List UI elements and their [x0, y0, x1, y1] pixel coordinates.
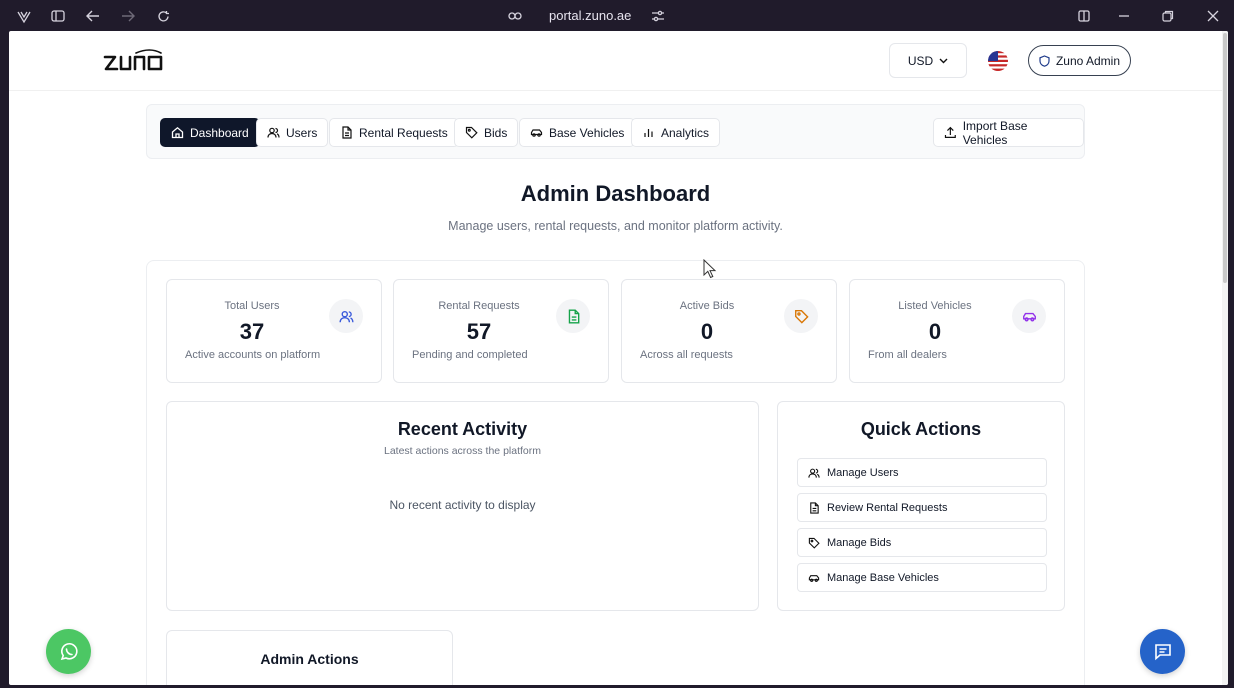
stat-card-active-bids: Active Bids 0 Across all requests	[621, 279, 837, 383]
whatsapp-icon	[60, 642, 78, 660]
document-icon	[342, 126, 352, 139]
stat-value: 0	[928, 319, 942, 344]
tab-base-vehicles[interactable]: Base Vehicles	[519, 118, 636, 147]
stat-icon-circle	[784, 299, 818, 333]
close-window-icon[interactable]	[1203, 6, 1223, 26]
stat-label: Rental Requests	[438, 300, 520, 312]
tab-label: Rental Requests	[359, 125, 448, 140]
tab-label: Base Vehicles	[549, 125, 625, 140]
stat-icon-circle	[1012, 299, 1046, 333]
chat-button[interactable]	[1140, 629, 1185, 674]
tab-label: Analytics	[661, 125, 710, 140]
users-icon	[338, 310, 354, 322]
car-icon	[1022, 312, 1036, 321]
restore-icon[interactable]	[1158, 6, 1178, 26]
forward-icon[interactable]	[118, 6, 138, 26]
tag-icon	[465, 126, 478, 139]
stat-icon-circle	[556, 299, 590, 333]
admin-profile-button[interactable]: Zuno Admin	[1028, 45, 1131, 76]
tab-label: Bids	[484, 125, 508, 140]
document-icon	[568, 308, 579, 324]
minimize-icon[interactable]	[1114, 6, 1134, 26]
page-title: Admin Dashboard	[520, 181, 711, 206]
empty-state-text: No recent activity to display	[389, 498, 536, 512]
document-icon	[810, 501, 819, 514]
manage-bids-button[interactable]: Manage Bids	[797, 528, 1047, 557]
tag-icon	[808, 537, 820, 549]
site-settings-icon[interactable]	[648, 6, 668, 26]
page-scrollbar[interactable]	[1222, 31, 1228, 685]
currency-value: USD	[907, 53, 934, 68]
car-icon	[808, 574, 820, 582]
stat-label: Total Users	[224, 300, 280, 312]
tab-rental-requests[interactable]: Rental Requests	[329, 118, 459, 147]
admin-actions-title: Admin Actions	[260, 651, 359, 667]
chevron-down-icon	[939, 58, 948, 63]
browser-toolbar: portal.zuno.ae	[0, 0, 1234, 31]
link-icon	[505, 6, 525, 26]
currency-selector[interactable]: USD	[889, 43, 967, 78]
tab-label: Dashboard	[190, 125, 249, 140]
stat-icon-circle	[329, 299, 363, 333]
stat-description: Pending and completed	[412, 349, 528, 361]
recent-activity-card: Recent Activity Latest actions across th…	[166, 401, 759, 611]
stat-description: Across all requests	[640, 349, 733, 361]
quick-action-label: Review Rental Requests	[827, 501, 948, 514]
admin-nav: Dashboard Users Rental Requests Bids Bas…	[146, 104, 1085, 159]
mouse-cursor-icon	[703, 259, 717, 279]
zuno-logo[interactable]	[103, 48, 165, 74]
tab-users[interactable]: Users	[256, 118, 329, 147]
shield-icon	[1039, 54, 1050, 67]
back-icon[interactable]	[83, 6, 103, 26]
us-flag-icon[interactable]	[988, 51, 1008, 71]
stat-value: 37	[239, 319, 265, 344]
chat-icon	[1154, 643, 1171, 660]
stat-label: Active Bids	[679, 300, 735, 312]
car-icon	[530, 129, 543, 137]
page-viewport: USD Zuno Admin Dashboard Users Rental Re…	[9, 31, 1228, 685]
recent-activity-title: Recent Activity	[397, 419, 528, 439]
tab-analytics[interactable]: Analytics	[631, 118, 721, 147]
quick-actions-title: Quick Actions	[860, 419, 982, 439]
whatsapp-button[interactable]	[46, 629, 91, 674]
users-icon	[808, 468, 820, 478]
upload-icon	[944, 126, 956, 138]
manage-users-button[interactable]: Manage Users	[797, 458, 1047, 487]
tab-dashboard[interactable]: Dashboard	[160, 118, 260, 147]
reload-icon[interactable]	[153, 6, 173, 26]
admin-label: Zuno Admin	[1055, 53, 1121, 68]
site-header: USD Zuno Admin	[9, 31, 1222, 91]
quick-action-label: Manage Bids	[827, 536, 892, 549]
tab-bids[interactable]: Bids	[454, 118, 519, 147]
quick-action-label: Manage Users	[827, 466, 899, 479]
home-icon	[171, 126, 184, 139]
split-view-icon[interactable]	[1074, 6, 1094, 26]
admin-actions-card: Admin Actions	[166, 630, 453, 685]
quick-actions-card: Quick Actions Manage Users Review Rental…	[777, 401, 1065, 611]
stat-card-rental-requests: Rental Requests 57 Pending and completed	[393, 279, 609, 383]
import-base-vehicles-button[interactable]: Import Base Vehicles	[933, 118, 1084, 147]
stat-value: 0	[700, 319, 714, 344]
sidebar-toggle-icon[interactable]	[48, 6, 68, 26]
recent-activity-subtitle: Latest actions across the platform	[384, 445, 541, 457]
manage-base-vehicles-button[interactable]: Manage Base Vehicles	[797, 563, 1047, 592]
bar-chart-icon	[644, 129, 653, 137]
stat-card-listed-vehicles: Listed Vehicles 0 From all dealers	[849, 279, 1065, 383]
stat-value: 57	[466, 319, 492, 344]
address-bar[interactable]: portal.zuno.ae	[549, 8, 631, 23]
quick-action-label: Manage Base Vehicles	[827, 571, 939, 584]
import-label: Import Base Vehicles	[962, 118, 1028, 147]
scrollbar-thumb[interactable]	[1223, 33, 1227, 283]
stat-description: Active accounts on platform	[185, 349, 321, 361]
tag-icon	[794, 309, 809, 324]
browser-logo-icon	[14, 6, 34, 26]
tab-label: Users	[286, 125, 318, 140]
review-rental-requests-button[interactable]: Review Rental Requests	[797, 493, 1047, 522]
users-icon	[267, 127, 280, 138]
stat-card-total-users: Total Users 37 Active accounts on platfo…	[166, 279, 382, 383]
stat-description: From all dealers	[868, 349, 947, 361]
page-subtitle: Manage users, rental requests, and monit…	[448, 219, 783, 233]
stat-label: Listed Vehicles	[898, 300, 972, 312]
